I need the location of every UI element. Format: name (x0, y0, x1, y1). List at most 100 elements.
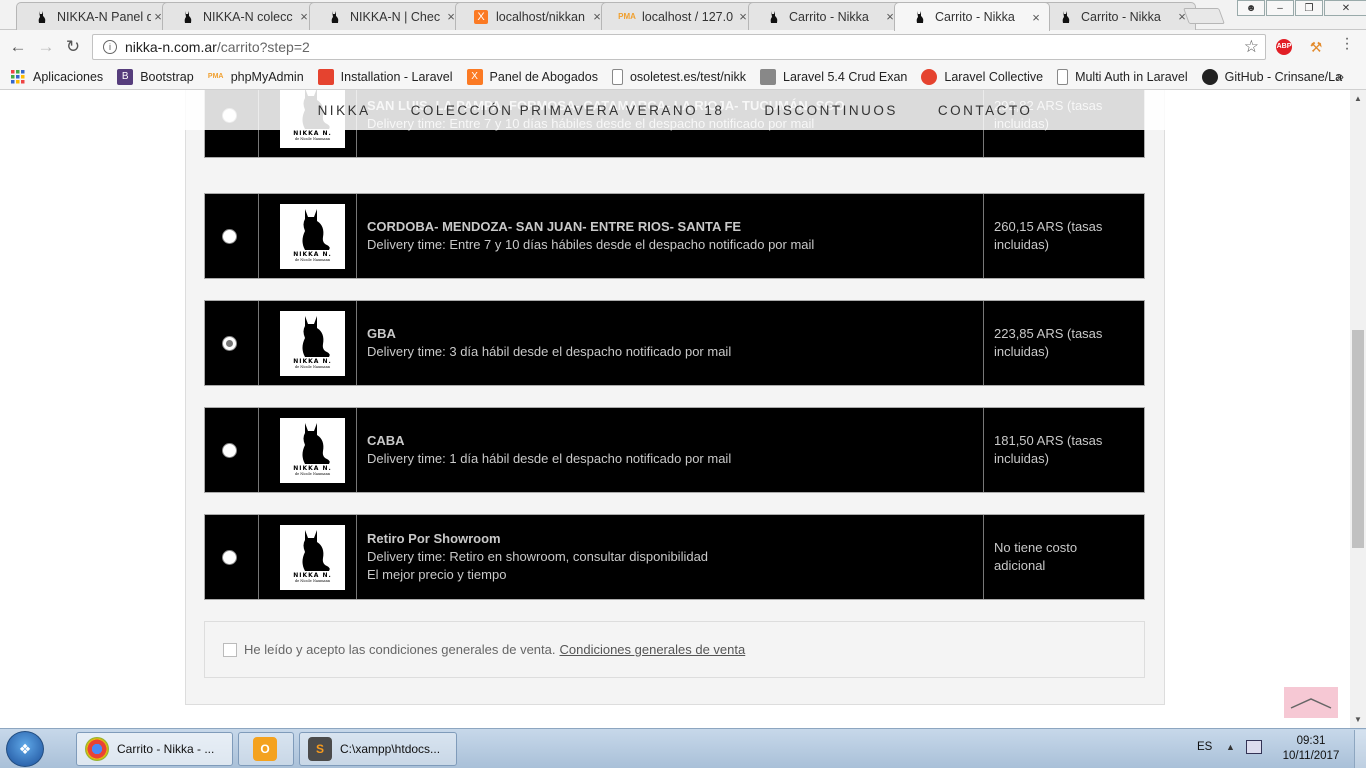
logo-subtitle: de Nicole Naumann (294, 258, 331, 262)
bookmark-item[interactable]: B Bootstrap (117, 68, 194, 85)
browser-tab[interactable]: Carrito - Nikka × (894, 2, 1050, 31)
logo-subtitle: de Nicole Naumann (294, 365, 331, 369)
xampp-icon: X (466, 68, 483, 85)
taskbar-item-outlook[interactable]: O (238, 732, 294, 766)
page-scrollbar[interactable]: ▲ ▼ (1350, 90, 1366, 728)
nikka-logo: NIKKA N. de Nicole Naumann (280, 418, 345, 483)
clock-date: 10/11/2017 (1282, 750, 1340, 762)
shipping-radio-cell (205, 515, 259, 599)
site-info-icon[interactable]: i (103, 40, 117, 54)
taskbar-item-sublime[interactable]: S C:\xampp\htdocs... (299, 732, 457, 766)
bookmark-label: Installation - Laravel (340, 69, 453, 84)
bookmark-item[interactable]: GitHub - Crinsane/La (1201, 68, 1342, 85)
bookmark-star-icon[interactable]: ☆ (1244, 37, 1259, 57)
windows-start-button[interactable]: ❖ (6, 731, 44, 767)
system-clock[interactable]: 09:31 10/11/2017 (1278, 734, 1344, 764)
browser-tab[interactable]: Xlocalhost/nikkan × (455, 2, 611, 30)
network-icon[interactable] (1246, 740, 1262, 754)
scroll-to-top-button[interactable] (1284, 687, 1338, 718)
shipping-option-row[interactable]: NIKKA N. de Nicole Naumann CORDOBA- MENDOZ… (204, 193, 1145, 279)
browser-tab[interactable]: Carrito - Nikka × (1040, 2, 1196, 30)
close-tab-icon[interactable]: × (1029, 10, 1043, 25)
bookmark-label: osoletest.es/test/nikk (629, 69, 746, 84)
shipping-price-cell: No tiene costo adicional (984, 515, 1144, 599)
shipping-radio[interactable] (222, 229, 237, 244)
terms-checkbox[interactable] (223, 642, 237, 657)
scrollbar-thumb[interactable] (1352, 330, 1364, 548)
forward-arrow-icon[interactable]: → (36, 37, 56, 57)
browser-tab[interactable]: NIKKA-N Panel d × (16, 2, 172, 30)
bookmark-item[interactable]: Laravel 5.4 Crud Exan (760, 68, 908, 85)
bookmark-item[interactable]: Laravel Collective (921, 68, 1044, 85)
bootstrap-icon: B (117, 68, 134, 85)
site-nav-link[interactable]: COLECCIÓN PRIMAVERA VERANO 18 (411, 103, 725, 118)
bookmark-item[interactable]: Multi Auth in Laravel (1057, 68, 1188, 85)
browser-toolbar: ← → ↻ i nikka-n.com.ar/carrito?step=2 ☆ … (0, 30, 1366, 64)
browser-tab-title: NIKKA-N colecc (203, 9, 293, 24)
cat-icon (1059, 10, 1073, 24)
reload-icon[interactable]: ↻ (63, 37, 83, 57)
xampp-icon: X (474, 9, 488, 24)
shipping-description-cell: CORDOBA- MENDOZA- SAN JUAN- ENTRE RIOS- … (357, 194, 984, 278)
back-arrow-icon[interactable]: ← (8, 37, 28, 57)
appdev-icon (760, 68, 776, 85)
tray-expand-icon[interactable]: ▲ (1226, 742, 1235, 752)
shipping-delivery-time: Delivery time: 1 día hábil desde el desp… (367, 451, 732, 466)
bookmark-item[interactable]: Aplicaciones (10, 69, 103, 85)
logo-subtitle: de Nicole Naumann (294, 137, 331, 141)
shipping-option-row[interactable]: NIKKA N. de Nicole Naumann CABA Delivery ti… (204, 407, 1145, 493)
scroll-up-arrow-icon[interactable]: ▲ (1354, 94, 1362, 103)
site-nav-link[interactable]: DISCONTINUOS (764, 103, 898, 118)
browser-tab-title: Carrito - Nikka (1081, 9, 1161, 24)
new-tab-button[interactable] (1183, 8, 1225, 24)
shipping-logo-cell: NIKKA N. de Nicole Naumann (259, 408, 357, 492)
browser-menu-icon[interactable]: · · · (1344, 31, 1350, 57)
extension-icon[interactable]: ⚒ (1308, 39, 1324, 55)
address-bar[interactable]: i nikka-n.com.ar/carrito?step=2 ☆ (92, 34, 1266, 60)
adblock-plus-icon[interactable]: ABP (1276, 39, 1292, 55)
browser-tab[interactable]: NIKKA-N colecc × (162, 2, 318, 30)
site-nav-link[interactable]: NIKKA (318, 103, 371, 118)
minimize-button[interactable]: – (1266, 0, 1294, 16)
cat-silhouette-icon (302, 316, 330, 357)
restore-button[interactable]: ❐ (1295, 0, 1323, 16)
shipping-price-line: No tiene costo (994, 540, 1078, 555)
laravel-collective-icon (921, 68, 938, 85)
bookmark-item[interactable]: PMA phpMyAdmin (208, 69, 304, 85)
bookmark-label: Aplicaciones (33, 69, 104, 84)
shipping-price-line: 260,15 ARS (tasas (994, 219, 1103, 234)
shipping-price-line: incluidas) (994, 344, 1049, 359)
bookmark-item[interactable]: osoletest.es/test/nikk (611, 68, 746, 85)
bookmark-label: Laravel 5.4 Crud Exan (783, 69, 908, 84)
show-desktop-button[interactable] (1354, 730, 1366, 768)
cat-icon (767, 10, 781, 24)
bookmark-item[interactable]: Installation - Laravel (317, 68, 453, 85)
shipping-option-row[interactable]: NIKKA N. de Nicole Naumann GBA Delivery tim… (204, 300, 1145, 386)
shipping-radio[interactable] (222, 550, 237, 565)
taskbar-item-label: C:\xampp\htdocs... (340, 742, 441, 756)
shipping-price-cell: 181,50 ARS (tasas incluidas) (984, 408, 1144, 492)
user-profile-icon[interactable]: ☻ (1237, 0, 1265, 16)
windows-taskbar: ❖ Carrito - Nikka - ... O S C:\xampp\htd… (0, 728, 1366, 768)
browser-tab[interactable]: PMA localhost / 127.0 × (601, 2, 757, 30)
bookmark-label: Laravel Collective (944, 69, 1044, 84)
shipping-option-row[interactable]: NIKKA N. de Nicole Naumann Retiro Por Show… (204, 514, 1145, 600)
site-nav-link[interactable]: CONTACTO (938, 103, 1033, 118)
scroll-down-arrow-icon[interactable]: ▼ (1354, 715, 1362, 724)
chrome-icon (85, 737, 109, 761)
taskbar-item-chrome[interactable]: Carrito - Nikka - ... (76, 732, 233, 766)
browser-tab[interactable]: Carrito - Nikka × (748, 2, 904, 30)
browser-tab-strip: NIKKA-N Panel d × NIKKA-N colecc × NIKKA-N |… (0, 0, 1366, 31)
terms-link[interactable]: Condiciones generales de venta (559, 642, 745, 657)
shipping-price-line: incluidas) (994, 451, 1049, 466)
close-window-button[interactable]: ✕ (1324, 0, 1366, 16)
browser-tab-title: localhost / 127.0 (642, 9, 734, 24)
shipping-radio[interactable] (222, 443, 237, 458)
browser-tab[interactable]: NIKKA-N | Chec × (309, 2, 465, 30)
phpmyadmin-icon: PMA (207, 73, 224, 80)
phpmyadmin-icon: PMA (618, 12, 636, 21)
shipping-radio[interactable] (222, 336, 237, 351)
language-indicator[interactable]: ES (1197, 741, 1212, 753)
bookmarks-overflow-icon[interactable]: » (1336, 68, 1344, 84)
bookmark-item[interactable]: X Panel de Abogados (466, 68, 598, 85)
